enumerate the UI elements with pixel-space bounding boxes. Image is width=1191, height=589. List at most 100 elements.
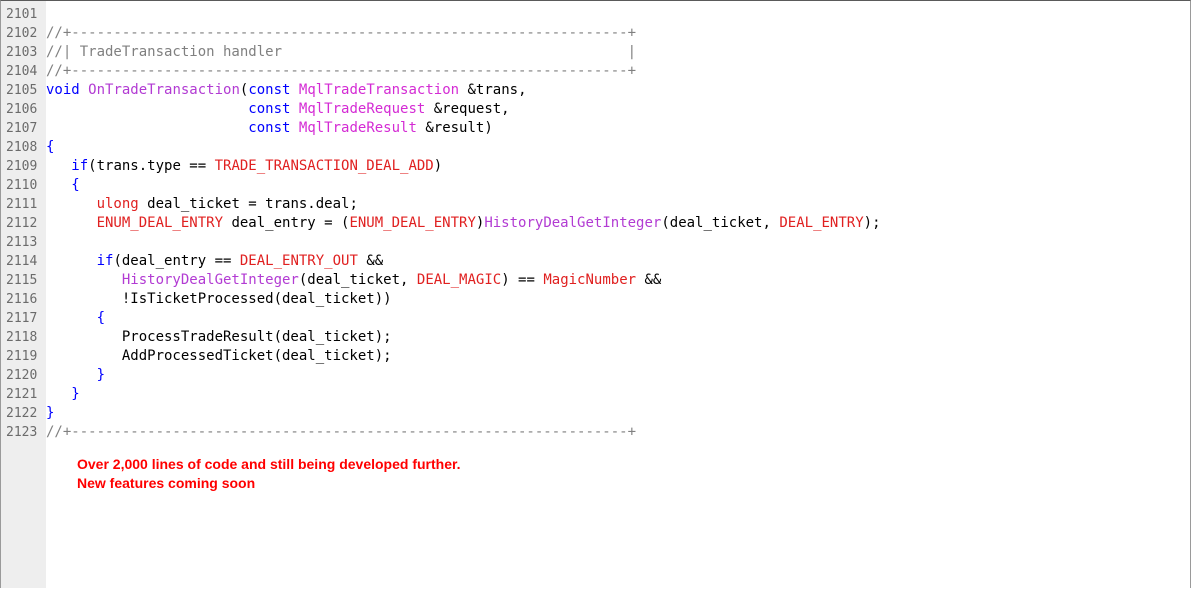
line-number: 2109 [6,159,38,174]
code-token: && [357,253,384,269]
code-line[interactable]: 2115 HistoryDealGetInteger(deal_ticket, … [1,271,1190,290]
code-token: DEAL_ENTRY [779,215,864,231]
code-line[interactable]: 2113 [1,233,1190,252]
code-token: if [96,253,114,269]
promo-text: Over 2,000 lines of code and still being… [77,455,461,493]
code-text: { [46,309,105,328]
line-number: 2115 [6,273,38,288]
line-number: 2112 [6,216,38,231]
line-number: 2110 [6,178,38,193]
code-text: if(deal_entry == DEAL_ENTRY_OUT && [46,252,384,271]
code-line[interactable]: 2112 ENUM_DEAL_ENTRY deal_entry = (ENUM_… [1,214,1190,233]
code-area[interactable]: 2101 2102 //+-----------------------------… [1,5,1190,442]
code-line[interactable]: 2108 { [1,138,1190,157]
code-text: //+-------------------------------------… [46,24,636,43]
code-token: MqlTradeResult [298,120,417,136]
line-number: 2119 [6,349,38,364]
line-number: 2111 [6,197,38,212]
line-number: 2120 [6,368,38,383]
code-token: MagicNumber [543,272,637,288]
code-line[interactable]: 2101 [1,5,1190,24]
code-line[interactable]: 2116 !IsTicketProcessed(deal_ticket)) [1,290,1190,309]
code-token: //+-------------------------------------… [46,424,637,440]
code-token: DEAL_MAGIC [416,272,502,288]
code-text: } [46,366,105,385]
code-token: TRADE_TRANSACTION_DEAL_ADD [214,158,434,174]
code-line[interactable]: 2103 //| TradeTransaction handler | [1,43,1190,62]
promo-line-1: Over 2,000 lines of code and still being… [77,456,461,472]
line-number: 2103 [6,45,38,60]
code-text: ProcessTradeResult(deal_ticket); [46,328,392,347]
code-editor[interactable]: 2101 2102 //+-----------------------------… [0,0,1191,588]
code-token: &request, [425,101,510,117]
line-number: 2123 [6,425,38,440]
code-text: ENUM_DEAL_ENTRY deal_entry = (ENUM_DEAL_… [46,214,881,233]
code-line[interactable]: 2121 } [1,385,1190,404]
code-line[interactable]: 2117 { [1,309,1190,328]
code-line[interactable]: 2114 if(deal_entry == DEAL_ENTRY_OUT && [1,252,1190,271]
code-token: const [248,120,291,136]
code-token: deal_ticket = trans.deal; [138,196,358,212]
code-token: (deal_ticket, [298,272,417,288]
line-number: 2118 [6,330,38,345]
line-number: 2108 [6,140,38,155]
code-text: } [46,385,80,404]
code-token: const [248,82,291,98]
code-token: } [71,386,80,402]
code-token: { [71,177,80,193]
code-line[interactable]: 2123 //+---------------------------------… [1,423,1190,442]
code-line[interactable]: 2122} [1,404,1190,423]
code-token: //+-------------------------------------… [46,63,637,79]
line-number: 2102 [6,26,38,41]
code-line[interactable]: 2106 const MqlTradeRequest &request, [1,100,1190,119]
line-number: 2122 [6,406,38,421]
code-token: } [46,405,55,421]
code-token: HistoryDealGetInteger [484,215,662,231]
code-line[interactable]: 2104 //+---------------------------------… [1,62,1190,81]
code-token: (trans.type == [88,158,215,174]
code-text: !IsTicketProcessed(deal_ticket)) [46,290,392,309]
code-token: ulong [96,196,139,212]
code-line[interactable]: 2118 ProcessTradeResult(deal_ticket); [1,328,1190,347]
line-number: 2104 [6,64,38,79]
code-line[interactable]: 2107 const MqlTradeResult &result) [1,119,1190,138]
code-token: AddProcessedTicket(deal_ticket); [46,348,392,364]
code-text: AddProcessedTicket(deal_ticket); [46,347,392,366]
code-text: void OnTradeTransaction(const MqlTradeTr… [46,81,527,100]
code-line[interactable]: 2109 if(trans.type == TRADE_TRANSACTION_… [1,157,1190,176]
line-number: 2116 [6,292,38,307]
code-text: { [46,176,80,195]
code-token: if [71,158,89,174]
line-number: 2107 [6,121,38,136]
code-text: //+-------------------------------------… [46,423,636,442]
code-text: } [46,404,54,423]
code-line[interactable]: 2120 } [1,366,1190,385]
code-token: } [96,367,106,383]
code-line[interactable]: 2119 AddProcessedTicket(deal_ticket); [1,347,1190,366]
code-token: (deal_entry == [113,253,240,269]
code-line[interactable]: 2102 //+---------------------------------… [1,24,1190,43]
code-token: && [636,272,662,288]
code-line[interactable]: 2110 { [1,176,1190,195]
code-text: //+-------------------------------------… [46,62,636,81]
code-token: ) == [501,272,544,288]
code-line[interactable]: 2105 void OnTradeTransaction(const MqlTra… [1,81,1190,100]
code-token: !IsTicketProcessed(deal_ticket)) [121,291,392,307]
line-number: 2101 [6,7,38,22]
code-token: (deal_ticket, [661,215,780,231]
code-token: ) [433,158,443,174]
code-line[interactable]: 2111 ulong deal_ticket = trans.deal; [1,195,1190,214]
line-number: 2117 [6,311,38,326]
